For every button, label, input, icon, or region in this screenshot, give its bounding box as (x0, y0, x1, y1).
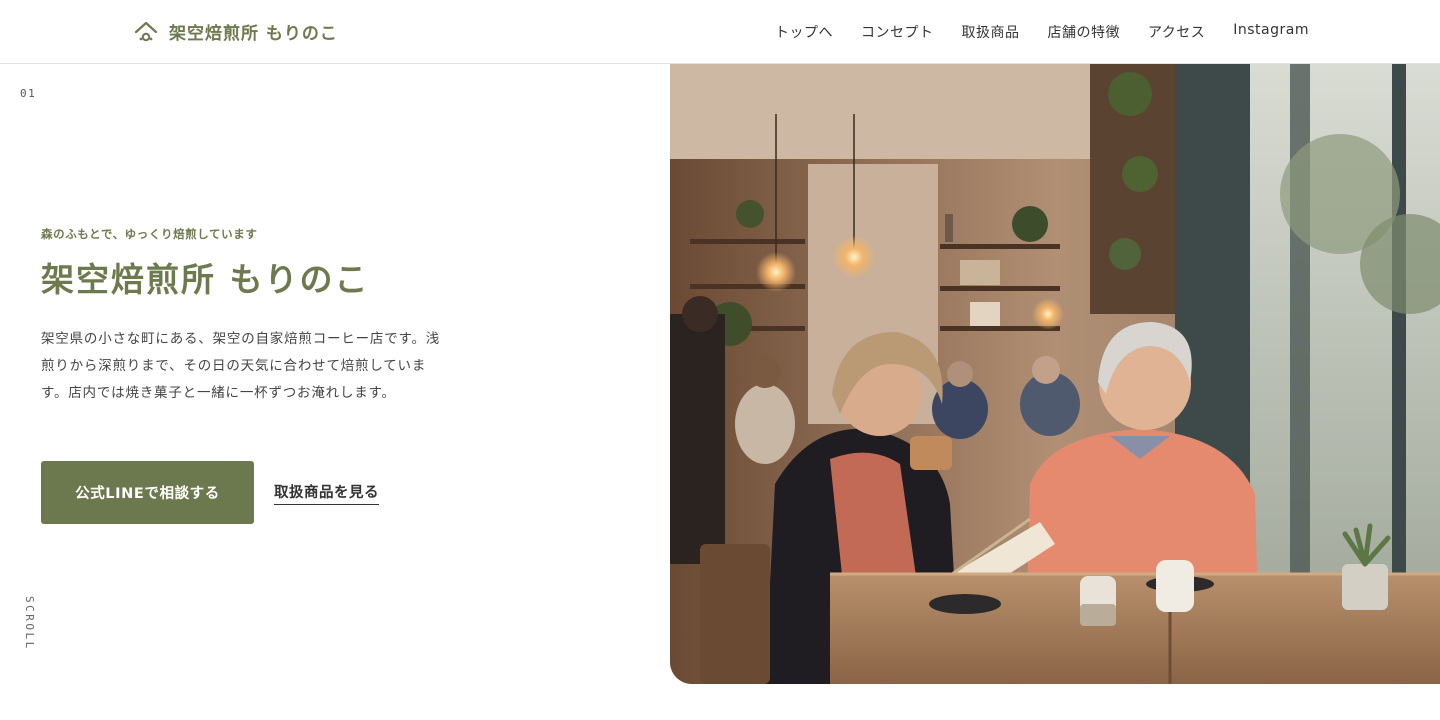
nav-item-instagram[interactable]: Instagram (1233, 22, 1309, 42)
logo-link[interactable]: 架空焙煎所 もりのこ (133, 18, 338, 44)
slide-number: 01 (20, 87, 37, 100)
hero-title: 架空焙煎所 もりのこ (41, 260, 370, 299)
hero-tagline: 森のふもとで、ゆっくり焙煎しています (41, 227, 258, 241)
line-consult-button[interactable]: 公式LINEで相談する (41, 461, 254, 524)
hero-photo (670, 64, 1440, 684)
mountain-leaf-logo-icon (134, 21, 158, 42)
nav-item-concept[interactable]: コンセプト (861, 22, 934, 42)
site-header: 架空焙煎所 もりのこ トップへ コンセプト 取扱商品 店舗の特徴 アクセス In… (0, 0, 1440, 64)
scroll-indicator[interactable]: SCROLL (23, 596, 36, 651)
main-nav: トップへ コンセプト 取扱商品 店舗の特徴 アクセス Instagram (775, 22, 1309, 42)
brand-name: 架空焙煎所 もりのこ (169, 23, 338, 44)
nav-item-features[interactable]: 店舗の特徴 (1047, 22, 1120, 42)
nav-item-top[interactable]: トップへ (775, 22, 833, 42)
cafe-couple-illustration (670, 64, 1440, 684)
nav-item-access[interactable]: アクセス (1148, 22, 1205, 42)
hero-description: 架空県の小さな町にある、架空の自家焙煎コーヒー店です。浅煎りから深煎りまで、その… (41, 331, 441, 401)
view-products-link[interactable]: 取扱商品を見る (274, 481, 379, 505)
nav-item-products[interactable]: 取扱商品 (961, 22, 1019, 42)
